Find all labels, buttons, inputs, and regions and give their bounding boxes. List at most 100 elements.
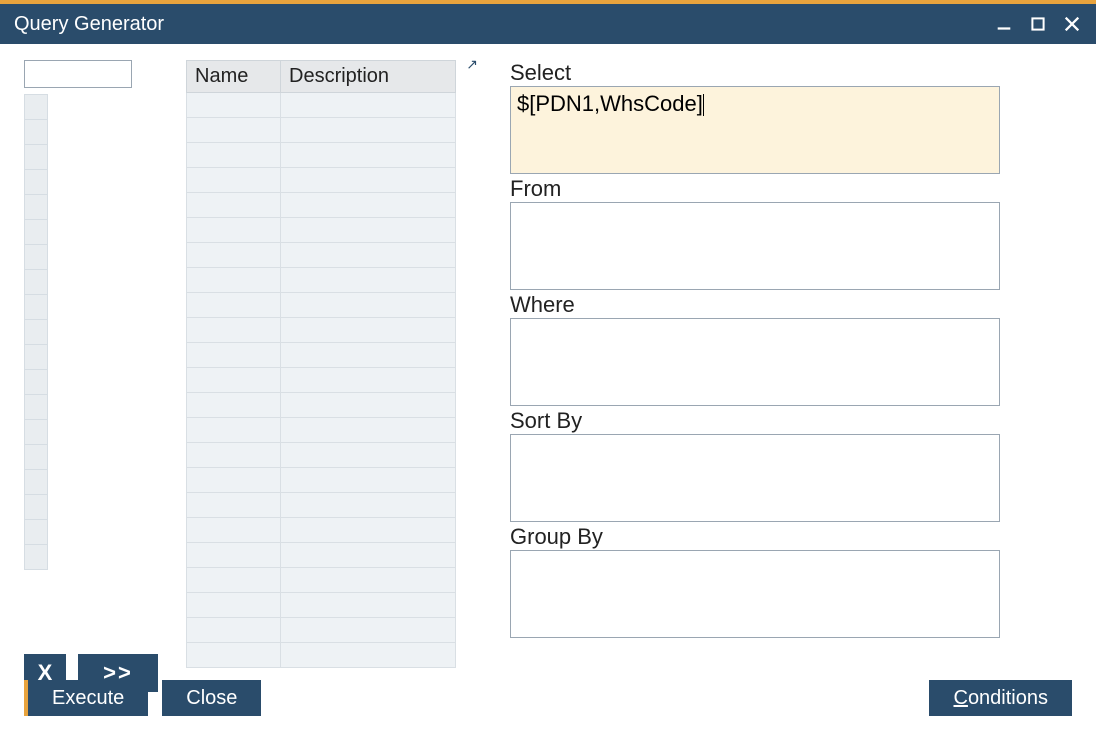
- grid-cell-description[interactable]: [281, 418, 456, 443]
- grid-cell-name[interactable]: [187, 268, 281, 293]
- table-row[interactable]: [24, 395, 48, 420]
- table-row[interactable]: [24, 345, 48, 370]
- grid-cell-name[interactable]: [187, 168, 281, 193]
- grid-row[interactable]: [187, 318, 456, 343]
- grid-cell-description[interactable]: [281, 268, 456, 293]
- grid-cell-name[interactable]: [187, 243, 281, 268]
- table-row[interactable]: [24, 245, 48, 270]
- grid-cell-description[interactable]: [281, 218, 456, 243]
- grid-cell-name[interactable]: [187, 343, 281, 368]
- grid-cell-name[interactable]: [187, 593, 281, 618]
- grid-cell-name[interactable]: [187, 618, 281, 643]
- from-field[interactable]: [510, 202, 1000, 290]
- groupby-field[interactable]: [510, 550, 1000, 638]
- grid-row[interactable]: [187, 593, 456, 618]
- table-row[interactable]: [24, 370, 48, 395]
- filter-input[interactable]: [24, 60, 132, 88]
- select-field[interactable]: $[PDN1,WhsCode]: [510, 86, 1000, 174]
- grid-cell-description[interactable]: [281, 368, 456, 393]
- grid-row[interactable]: [187, 143, 456, 168]
- grid-row[interactable]: [187, 468, 456, 493]
- grid-cell-description[interactable]: [281, 118, 456, 143]
- grid-row[interactable]: [187, 218, 456, 243]
- table-row[interactable]: [24, 445, 48, 470]
- grid-cell-name[interactable]: [187, 218, 281, 243]
- grid-row[interactable]: [187, 368, 456, 393]
- grid-cell-name[interactable]: [187, 293, 281, 318]
- table-row[interactable]: [24, 270, 48, 295]
- close-button[interactable]: Close: [162, 680, 261, 716]
- grid-cell-name[interactable]: [187, 93, 281, 118]
- grid-cell-name[interactable]: [187, 493, 281, 518]
- grid-cell-name[interactable]: [187, 468, 281, 493]
- grid-row[interactable]: [187, 243, 456, 268]
- grid-cell-name[interactable]: [187, 143, 281, 168]
- table-row[interactable]: [24, 170, 48, 195]
- grid-cell-name[interactable]: [187, 443, 281, 468]
- table-row[interactable]: [24, 195, 48, 220]
- table-row[interactable]: [24, 495, 48, 520]
- table-row[interactable]: [24, 295, 48, 320]
- execute-button[interactable]: Execute: [24, 680, 148, 716]
- grid-cell-description[interactable]: [281, 243, 456, 268]
- grid-cell-description[interactable]: [281, 293, 456, 318]
- grid-cell-name[interactable]: [187, 543, 281, 568]
- grid-cell-description[interactable]: [281, 168, 456, 193]
- grid-cell-description[interactable]: [281, 318, 456, 343]
- grid-cell-description[interactable]: [281, 443, 456, 468]
- grid-cell-description[interactable]: [281, 518, 456, 543]
- table-row[interactable]: [24, 95, 48, 120]
- grid-cell-description[interactable]: [281, 393, 456, 418]
- grid-cell-description[interactable]: [281, 643, 456, 668]
- conditions-button[interactable]: Conditions: [929, 680, 1072, 716]
- grid-cell-description[interactable]: [281, 93, 456, 118]
- grid-cell-name[interactable]: [187, 368, 281, 393]
- table-row[interactable]: [24, 320, 48, 345]
- grid-cell-name[interactable]: [187, 418, 281, 443]
- grid-cell-description[interactable]: [281, 543, 456, 568]
- grid-row[interactable]: [187, 193, 456, 218]
- grid-row[interactable]: [187, 293, 456, 318]
- tables-list[interactable]: [24, 94, 48, 570]
- grid-cell-name[interactable]: [187, 643, 281, 668]
- grid-cell-name[interactable]: [187, 118, 281, 143]
- grid-cell-description[interactable]: [281, 468, 456, 493]
- grid-row[interactable]: [187, 418, 456, 443]
- table-row[interactable]: [24, 520, 48, 545]
- grid-row[interactable]: [187, 118, 456, 143]
- grid-cell-name[interactable]: [187, 568, 281, 593]
- grid-row[interactable]: [187, 268, 456, 293]
- grid-row[interactable]: [187, 93, 456, 118]
- grid-cell-description[interactable]: [281, 493, 456, 518]
- grid-cell-description[interactable]: [281, 193, 456, 218]
- grid-row[interactable]: [187, 443, 456, 468]
- grid-cell-description[interactable]: [281, 143, 456, 168]
- fields-grid[interactable]: Name Description: [186, 60, 456, 668]
- grid-cell-description[interactable]: [281, 568, 456, 593]
- maximize-icon[interactable]: [1028, 14, 1048, 34]
- table-row[interactable]: [24, 420, 48, 445]
- table-row[interactable]: [24, 220, 48, 245]
- grid-cell-name[interactable]: [187, 193, 281, 218]
- grid-row[interactable]: [187, 168, 456, 193]
- grid-cell-description[interactable]: [281, 593, 456, 618]
- grid-cell-description[interactable]: [281, 618, 456, 643]
- grid-row[interactable]: [187, 518, 456, 543]
- grid-row[interactable]: [187, 568, 456, 593]
- column-description[interactable]: Description: [281, 61, 456, 93]
- grid-row[interactable]: [187, 343, 456, 368]
- grid-row[interactable]: [187, 493, 456, 518]
- grid-row[interactable]: [187, 393, 456, 418]
- table-row[interactable]: [24, 120, 48, 145]
- close-icon[interactable]: [1062, 14, 1082, 34]
- grid-cell-name[interactable]: [187, 393, 281, 418]
- grid-row[interactable]: [187, 618, 456, 643]
- column-name[interactable]: Name: [187, 61, 281, 93]
- grid-row[interactable]: [187, 643, 456, 668]
- grid-cell-name[interactable]: [187, 318, 281, 343]
- sortby-field[interactable]: [510, 434, 1000, 522]
- grid-cell-description[interactable]: [281, 343, 456, 368]
- expand-icon[interactable]: ↗: [466, 56, 478, 73]
- grid-row[interactable]: [187, 543, 456, 568]
- table-row[interactable]: [24, 545, 48, 570]
